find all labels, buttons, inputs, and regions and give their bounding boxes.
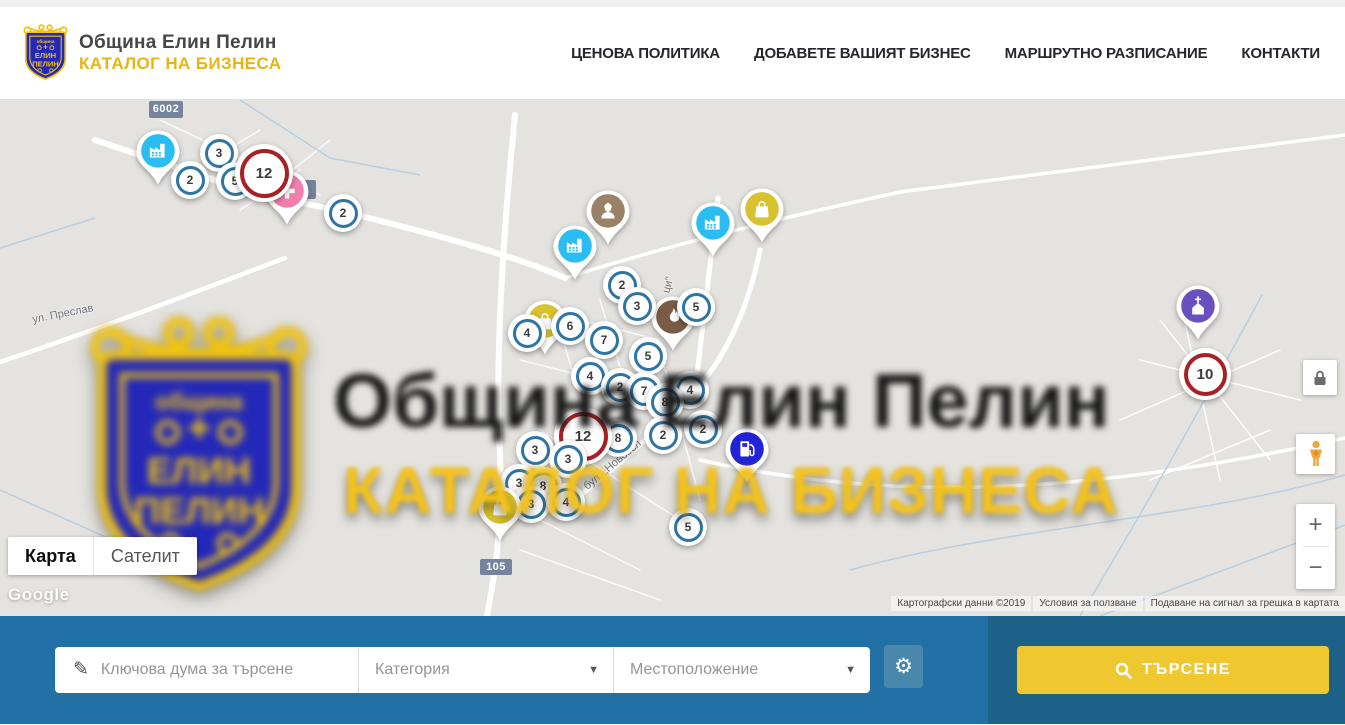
cluster-marker[interactable]: 5 bbox=[629, 337, 667, 375]
gear-icon: ⚙ bbox=[894, 654, 913, 679]
road-shield-label: 105 bbox=[480, 559, 512, 575]
lock-icon bbox=[1313, 370, 1327, 386]
cluster-count: 12 bbox=[240, 149, 289, 198]
pin-marker-church[interactable] bbox=[1175, 284, 1221, 346]
cluster-count: 4 bbox=[513, 319, 542, 348]
cluster-marker[interactable]: 4 bbox=[508, 314, 546, 352]
chevron-down-icon: ▼ bbox=[588, 664, 599, 676]
nav-route-schedule[interactable]: МАРШРУТНО РАЗПИСАНИЕ bbox=[1005, 45, 1208, 62]
cluster-marker[interactable]: 2 bbox=[324, 194, 362, 232]
cluster-count: 7 bbox=[590, 326, 619, 355]
road-shield-label: 6002 bbox=[149, 101, 183, 118]
cluster-count: 2 bbox=[649, 421, 678, 450]
pin-marker-worker[interactable] bbox=[585, 189, 631, 251]
chevron-down-icon: ▼ bbox=[845, 664, 856, 676]
google-logo[interactable]: Google bbox=[8, 585, 70, 605]
satellite-view-button[interactable]: Сателит bbox=[93, 537, 197, 575]
svg-text:община: община bbox=[37, 38, 55, 44]
location-dropdown-label: Местоположение bbox=[630, 661, 758, 679]
cluster-marker[interactable]: 2 bbox=[684, 410, 722, 448]
search-pill: ✎ Категория ▼ Местоположение ▼ bbox=[55, 647, 870, 693]
pin-marker-fuel[interactable] bbox=[724, 427, 770, 489]
zoom-control: + − bbox=[1296, 504, 1335, 589]
header: община ЕЛИН ПЕЛИН Община Елин Пелин КАТА… bbox=[0, 7, 1345, 100]
zoom-in-button[interactable]: + bbox=[1296, 504, 1335, 546]
cluster-marker[interactable]: 5 bbox=[669, 508, 707, 546]
cluster-marker[interactable]: 4 bbox=[547, 483, 585, 521]
cluster-marker[interactable]: 7 bbox=[585, 321, 623, 359]
cluster-marker[interactable]: 6 bbox=[551, 307, 589, 345]
cluster-count: 3 bbox=[554, 445, 583, 474]
pegman-street-view-button[interactable] bbox=[1296, 434, 1335, 474]
search-bar-right: ТЪРСЕНЕ bbox=[988, 616, 1345, 724]
pegman-icon bbox=[1306, 440, 1326, 468]
cluster-marker[interactable]: 10 bbox=[1179, 348, 1231, 400]
map-view-button[interactable]: Карта bbox=[8, 537, 93, 575]
map-attribution: Картографски данни ©2019 Условия за полз… bbox=[891, 596, 1345, 611]
attribution-report-link[interactable]: Подаване на сигнал за грешка в картата bbox=[1145, 596, 1345, 611]
cluster-count: 5 bbox=[634, 342, 663, 371]
pencil-icon: ✎ bbox=[73, 658, 89, 681]
keyword-search-input[interactable] bbox=[101, 661, 344, 679]
location-dropdown[interactable]: Местоположение ▼ bbox=[613, 647, 870, 693]
main-nav: ЦЕНОВА ПОЛИТИКА ДОБАВЕТЕ ВАШИЯТ БИЗНЕС М… bbox=[571, 45, 1320, 62]
cluster-count: 2 bbox=[329, 199, 358, 228]
cluster-count: 4 bbox=[552, 488, 581, 517]
svg-text:ПЕЛИН: ПЕЛИН bbox=[32, 59, 59, 68]
nav-contacts[interactable]: КОНТАКТИ bbox=[1241, 45, 1320, 62]
pin-marker-factory[interactable] bbox=[690, 201, 736, 263]
cluster-count: 3 bbox=[521, 436, 550, 465]
top-strip bbox=[0, 0, 1345, 7]
cluster-count: 8 bbox=[651, 388, 680, 417]
lock-button[interactable] bbox=[1303, 360, 1337, 395]
category-dropdown[interactable]: Категория ▼ bbox=[358, 647, 613, 693]
cluster-count: 3 bbox=[623, 292, 652, 321]
site-subtitle: КАТАЛОГ НА БИЗНЕСА bbox=[79, 54, 281, 74]
cluster-count: 6 bbox=[556, 312, 585, 341]
search-submit-label: ТЪРСЕНЕ bbox=[1142, 661, 1231, 679]
keyword-section: ✎ bbox=[55, 647, 358, 693]
cluster-marker[interactable]: 5 bbox=[677, 288, 715, 326]
cluster-count: 5 bbox=[682, 293, 711, 322]
municipality-emblem-logo: община ЕЛИН ПЕЛИН bbox=[22, 24, 69, 82]
search-bar: ✎ Категория ▼ Местоположение ▼ ⚙ ТЪРСЕНЕ bbox=[0, 616, 1345, 724]
nav-add-business[interactable]: ДОБАВЕТЕ ВАШИЯТ БИЗНЕС bbox=[754, 45, 971, 62]
cluster-count: 2 bbox=[689, 415, 718, 444]
brand[interactable]: община ЕЛИН ПЕЛИН Община Елин Пелин КАТА… bbox=[22, 24, 281, 82]
pin-marker-shopping[interactable] bbox=[477, 485, 523, 547]
site-title: Община Елин Пелин bbox=[79, 32, 281, 54]
cluster-marker[interactable]: 2 bbox=[644, 416, 682, 454]
nav-pricing-policy[interactable]: ЦЕНОВА ПОЛИТИКА bbox=[571, 45, 720, 62]
map-type-control: Карта Сателит bbox=[8, 537, 197, 575]
category-dropdown-label: Категория bbox=[375, 661, 450, 679]
search-icon bbox=[1115, 662, 1132, 679]
pin-marker-factory[interactable] bbox=[135, 129, 181, 191]
cluster-count: 10 bbox=[1184, 353, 1227, 396]
cluster-marker[interactable]: 3 bbox=[618, 287, 656, 325]
advanced-settings-button[interactable]: ⚙ bbox=[884, 645, 923, 688]
attribution-copyright: Картографски данни ©2019 bbox=[891, 596, 1031, 611]
google-map[interactable]: 6002105ул. Преславци"бул. „Новосел 32512… bbox=[0, 100, 1345, 616]
pin-marker-shopping[interactable] bbox=[739, 187, 785, 249]
attribution-terms-link[interactable]: Условия за ползване bbox=[1033, 596, 1142, 611]
search-submit-button[interactable]: ТЪРСЕНЕ bbox=[1017, 646, 1329, 694]
zoom-out-button[interactable]: − bbox=[1296, 547, 1335, 589]
cluster-marker[interactable]: 12 bbox=[235, 144, 293, 202]
cluster-count: 5 bbox=[674, 513, 703, 542]
search-bar-left: ✎ Категория ▼ Местоположение ▼ ⚙ bbox=[0, 616, 988, 724]
